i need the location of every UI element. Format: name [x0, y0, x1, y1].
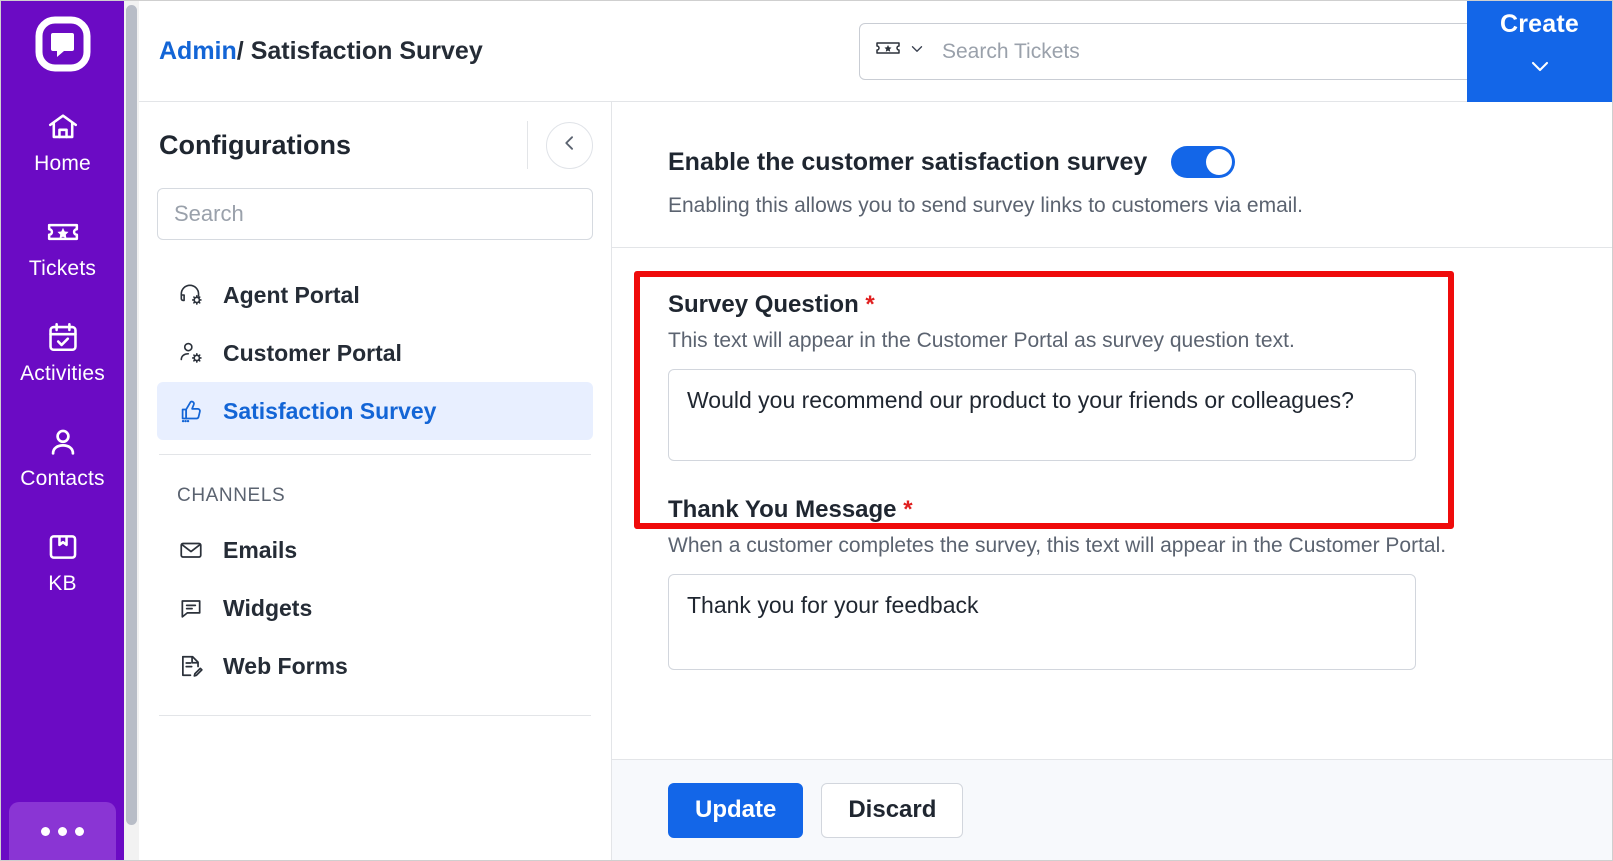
thumbs-up-icon: [177, 397, 205, 425]
survey-question-help: This text will appear in the Customer Po…: [668, 329, 1295, 352]
more-horizontal-icon: [58, 826, 67, 836]
home-icon: [43, 107, 83, 147]
enable-survey-toggle[interactable]: [1171, 146, 1236, 178]
configurations-header: Configurations: [157, 102, 593, 188]
top-bar: Admin/ Satisfaction Survey Search Ticket…: [139, 1, 1612, 102]
rail-item-kb[interactable]: KB: [1, 527, 124, 594]
content-body: Configurations Search Agent Portal Custo…: [139, 102, 1612, 860]
rail-item-label: Contacts: [20, 467, 105, 490]
configurations-search[interactable]: [157, 188, 593, 240]
rail-item-tickets[interactable]: Tickets: [1, 212, 124, 279]
ticket-star-icon: [874, 39, 902, 64]
thank-you-message-label: Thank You Message *: [668, 496, 1612, 524]
section-divider: [612, 247, 1612, 248]
create-button-label: Create: [1499, 10, 1580, 38]
search-scope-selector[interactable]: [860, 39, 936, 64]
rail-item-label: Tickets: [28, 257, 97, 280]
sidebar-item-customer-portal[interactable]: Customer Portal: [157, 324, 593, 382]
survey-question-textarea[interactable]: [668, 369, 1416, 461]
person-gear-icon: [177, 339, 205, 367]
configurations-search-input[interactable]: [174, 201, 576, 227]
nav-group-label: CHANNELS: [177, 485, 286, 506]
main-region: Admin/ Satisfaction Survey Search Ticket…: [139, 1, 1612, 860]
rail-item-label: KB: [48, 572, 77, 595]
survey-question-field: Survey Question * This text will appear …: [668, 291, 1612, 466]
form-edit-icon: [177, 653, 205, 679]
sidebar-item-label: Customer Portal: [223, 339, 402, 366]
thank-you-message-help: When a customer completes the survey, th…: [668, 534, 1447, 557]
survey-question-label-text: Survey Question: [668, 291, 859, 318]
thank-you-message-field: Thank You Message * When a customer comp…: [668, 496, 1612, 675]
rail-item-label: Home: [34, 152, 91, 175]
app-window: Home Tickets Activities Contacts KB Admi…: [0, 0, 1613, 861]
rail-item-home[interactable]: Home: [1, 107, 124, 174]
required-marker: *: [865, 291, 875, 318]
sidebar-item-web-forms[interactable]: Web Forms: [157, 637, 593, 695]
configurations-panel: Configurations Search Agent Portal Custo…: [139, 102, 612, 860]
breadcrumb-current: Satisfaction Survey: [250, 36, 483, 65]
more-horizontal-icon: [75, 826, 84, 836]
envelope-icon: [177, 537, 205, 563]
rail-item-label: Activities: [20, 362, 105, 385]
more-horizontal-icon: [41, 826, 50, 836]
update-button[interactable]: Update: [668, 782, 804, 838]
chevron-down-icon: [1527, 59, 1553, 80]
breadcrumb-separator: /: [236, 36, 244, 65]
thank-you-message-textarea[interactable]: [668, 574, 1416, 670]
discard-button[interactable]: Discard: [821, 782, 964, 838]
sidebar-item-label: Agent Portal: [223, 281, 360, 308]
chat-widget-icon: [177, 595, 205, 621]
ticket-star-icon: [43, 212, 83, 252]
header-divider: [527, 121, 528, 169]
book-bookmark-icon: [43, 527, 83, 567]
survey-question-label: Survey Question *: [668, 291, 1612, 319]
person-icon: [43, 422, 83, 462]
thank-you-message-label-text: Thank You Message: [668, 496, 897, 523]
sidebar-item-label: Emails: [223, 536, 298, 563]
chevron-left-icon: [560, 133, 580, 158]
sidebar-item-label: Widgets: [223, 594, 313, 621]
form-actions-footer: Update Discard: [612, 759, 1612, 860]
create-button[interactable]: Create: [1467, 1, 1612, 102]
global-search-bar: [859, 23, 1535, 80]
settings-scroll-area: Enable the customer satisfaction survey …: [612, 102, 1612, 759]
collapse-panel-button[interactable]: [546, 121, 593, 169]
toggle-knob: [1206, 149, 1233, 175]
breadcrumb: Admin/ Satisfaction Survey: [159, 37, 483, 66]
primary-nav-rail: Home Tickets Activities Contacts KB: [1, 1, 124, 860]
rail-item-contacts[interactable]: Contacts: [1, 422, 124, 489]
enable-survey-label: Enable the customer satisfaction survey: [668, 147, 1148, 176]
sidebar-item-label: Satisfaction Survey: [223, 397, 437, 424]
breadcrumb-admin-link[interactable]: Admin: [159, 37, 237, 65]
nav-bottom-divider: [159, 715, 591, 716]
chevron-down-icon: [908, 40, 926, 63]
settings-panel: Enable the customer satisfaction survey …: [612, 102, 1612, 860]
search-input[interactable]: [936, 39, 1477, 64]
required-marker: *: [903, 496, 913, 523]
app-logo[interactable]: [34, 15, 92, 73]
sidebar-item-label: Web Forms: [223, 652, 348, 679]
calendar-check-icon: [43, 317, 83, 357]
enable-survey-help: Enabling this allows you to send survey …: [668, 194, 1303, 217]
headset-gear-icon: [177, 281, 205, 309]
sidebar-item-satisfaction-survey[interactable]: Satisfaction Survey: [157, 382, 593, 440]
rail-item-activities[interactable]: Activities: [1, 317, 124, 384]
enable-survey-row: Enable the customer satisfaction survey: [668, 146, 1612, 178]
sidebar-item-emails[interactable]: Emails: [157, 521, 593, 579]
rail-more-button[interactable]: [9, 802, 116, 860]
sidebar-item-agent-portal[interactable]: Agent Portal: [157, 266, 593, 324]
sidebar-item-widgets[interactable]: Widgets: [157, 579, 593, 637]
page-vertical-scrollbar[interactable]: [124, 1, 139, 860]
scrollbar-thumb[interactable]: [126, 5, 137, 825]
configurations-title: Configurations: [159, 129, 351, 160]
configurations-nav-list: Agent Portal Customer Portal Satisfactio…: [157, 266, 593, 716]
